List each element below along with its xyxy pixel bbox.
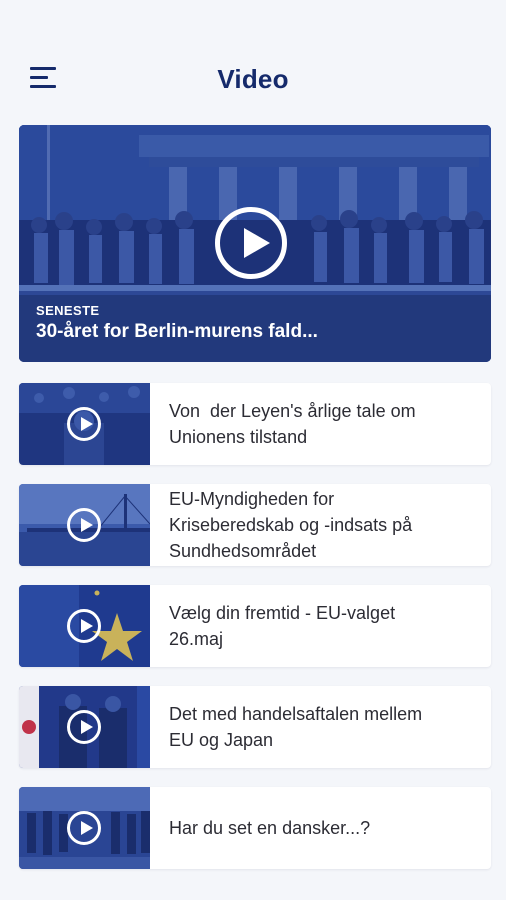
header: Video xyxy=(0,0,506,120)
video-page: Video SENESTE 30-året for Berlin-murens … xyxy=(0,0,506,900)
play-icon xyxy=(67,710,101,744)
video-title: Har du set en dansker...? xyxy=(169,818,371,838)
video-title: Von der Leyen's årlige tale om Unionens … xyxy=(169,401,416,447)
video-thumbnail xyxy=(19,383,150,465)
featured-video-card[interactable]: SENESTE 30-året for Berlin-murens fald..… xyxy=(19,125,491,362)
video-list-item[interactable]: EU-Myndigheden for Kriseberedskab og -in… xyxy=(19,484,491,566)
video-title: Vælg din fremtid - EU-valget 26.maj xyxy=(169,603,396,649)
play-icon[interactable] xyxy=(215,207,287,279)
play-icon xyxy=(67,811,101,845)
featured-video-title: 30-året for Berlin-murens fald... xyxy=(36,321,318,342)
play-icon xyxy=(67,508,101,542)
play-icon xyxy=(67,407,101,441)
play-icon xyxy=(67,609,101,643)
video-thumbnail xyxy=(19,686,150,768)
video-list-item[interactable]: Har du set en dansker...? xyxy=(19,787,491,869)
video-list-item[interactable]: Vælg din fremtid - EU-valget 26.maj xyxy=(19,585,491,667)
page-title: Video xyxy=(217,64,289,94)
video-list-item[interactable]: Von der Leyen's årlige tale om Unionens … xyxy=(19,383,491,465)
video-title: EU-Myndigheden for Kriseberedskab og -in… xyxy=(169,489,413,561)
video-title: Det med handelsaftalen mellem EU og Japa… xyxy=(169,704,423,750)
video-list-item[interactable]: Det med handelsaftalen mellem EU og Japa… xyxy=(19,686,491,768)
video-thumbnail xyxy=(19,585,150,667)
latest-badge: SENESTE xyxy=(36,303,100,318)
video-thumbnail xyxy=(19,484,150,566)
video-thumbnail xyxy=(19,787,150,869)
